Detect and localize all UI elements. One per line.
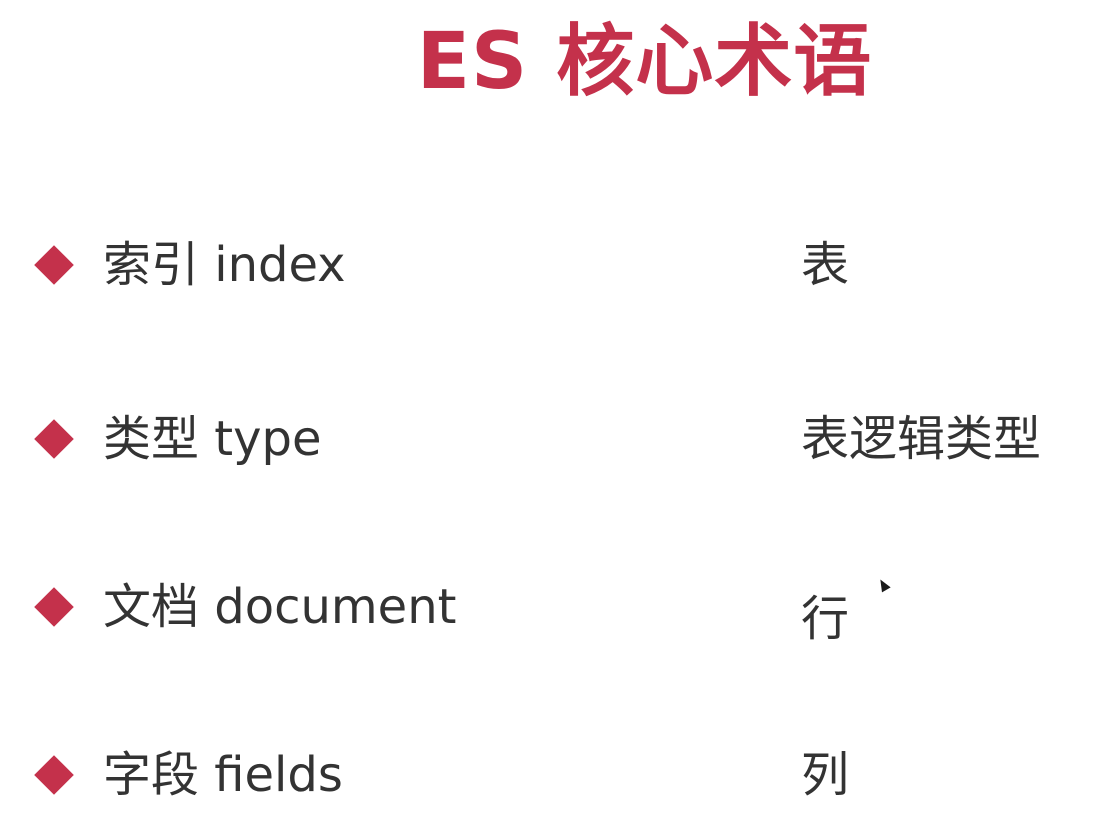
diamond-bullet-icon	[34, 587, 74, 627]
term-label: 字段 fields	[103, 747, 343, 803]
term-row-document: 文档 document 行	[0, 572, 1099, 652]
diamond-bullet-icon	[34, 419, 74, 459]
term-meaning: 行	[801, 591, 850, 647]
diamond-bullet-icon	[34, 755, 74, 795]
term-row-type: 类型 type 表逻辑类型	[0, 404, 1099, 484]
slide-title: ES 核心术语	[416, 17, 873, 107]
term-meaning: 列	[801, 747, 850, 803]
term-row-fields: 字段 fields 列	[0, 740, 1099, 820]
term-meaning: 表	[801, 237, 850, 293]
term-label: 索引 index	[103, 237, 346, 293]
diamond-bullet-icon	[34, 245, 74, 285]
term-meaning: 表逻辑类型	[801, 411, 1042, 467]
term-row-index: 索引 index 表	[0, 230, 1099, 310]
term-label: 文档 document	[103, 579, 457, 635]
term-label: 类型 type	[103, 411, 322, 467]
